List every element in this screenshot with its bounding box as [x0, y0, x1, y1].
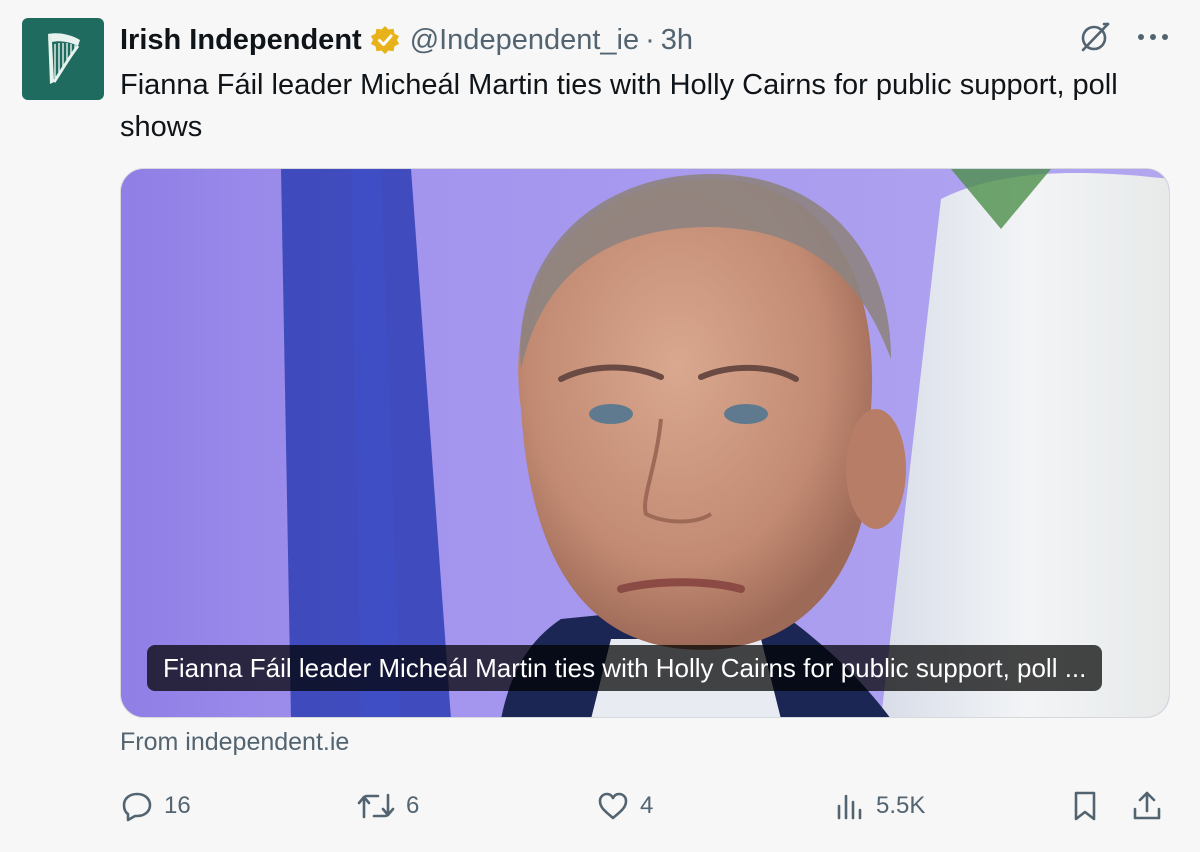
views-count: 5.5K [876, 792, 926, 819]
retweet-count: 6 [406, 792, 420, 819]
card-caption: Fianna Fáil leader Micheál Martin ties w… [147, 645, 1103, 691]
bookmark-icon [1070, 789, 1100, 823]
retweet-button[interactable]: 6 [356, 784, 419, 828]
tweet-top-icons [1078, 20, 1170, 54]
views-button[interactable]: 5.5K [834, 784, 925, 828]
share-button[interactable] [1130, 784, 1164, 828]
author-avatar[interactable] [22, 18, 104, 100]
like-count: 4 [640, 792, 654, 819]
article-photo [121, 169, 1169, 717]
analytics-icon [834, 790, 866, 822]
like-button[interactable]: 4 [596, 784, 653, 828]
action-bar: 16 6 4 5.5K [120, 784, 1170, 828]
separator-dot: · [645, 23, 655, 56]
retweet-icon [356, 789, 396, 823]
tweet-header: Irish Independent @Independent_ie · 3h [120, 18, 693, 62]
tweet-text: Fianna Fáil leader Micheál Martin ties w… [120, 69, 1118, 143]
link-card[interactable]: Fianna Fáil leader Micheál Martin ties w… [120, 168, 1170, 718]
reply-icon [120, 789, 154, 823]
grok-icon[interactable] [1078, 20, 1112, 54]
author-name[interactable]: Irish Independent [120, 24, 362, 57]
reply-button[interactable]: 16 [120, 784, 191, 828]
bookmark-button[interactable] [1070, 784, 1100, 828]
tweet-timestamp[interactable]: 3h [661, 24, 693, 57]
heart-icon [596, 790, 630, 822]
card-source[interactable]: From independent.ie [120, 728, 349, 757]
reply-count: 16 [164, 792, 191, 819]
author-handle[interactable]: @Independent_ie [410, 24, 639, 57]
share-icon [1130, 789, 1164, 823]
verified-badge-icon[interactable] [370, 25, 400, 55]
harp-logo-icon [40, 30, 86, 88]
tweet[interactable]: Irish Independent @Independent_ie · 3h F… [0, 0, 1200, 852]
more-icon[interactable] [1136, 32, 1170, 42]
